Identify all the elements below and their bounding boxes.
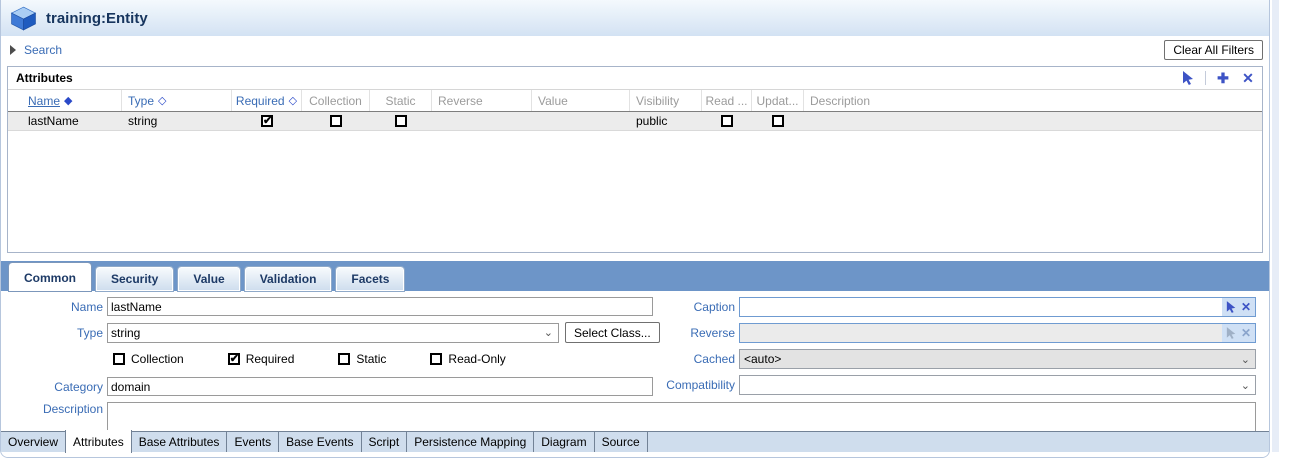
cell-type: string [122,114,232,128]
tab-base-attributes[interactable]: Base Attributes [132,432,228,452]
search-bar: Search Clear All Filters [1,36,1269,63]
detail-tab-strip: Common Security Value Validation Facets [1,261,1269,291]
form-right-column: Caption ✕ Reverse [660,297,1269,402]
tab-events[interactable]: Events [227,432,279,452]
tab-validation[interactable]: Validation [245,267,332,291]
title-bar: training:Entity [1,0,1269,36]
cell-visibility: public [630,114,702,128]
table-row[interactable]: lastName string public [8,112,1262,131]
toolbar-divider [1205,71,1206,85]
common-tab-form: Name lastName Type string ⌄ Select Class… [1,291,1269,438]
caption-label: Caption [660,300,739,314]
select-arrow-icon[interactable] [1180,71,1196,86]
add-attribute-icon[interactable]: ✚ [1215,71,1231,86]
required-checkbox[interactable] [261,115,273,127]
tab-source[interactable]: Source [595,432,648,452]
picker-arrow-icon [1226,327,1237,339]
column-header-visibility[interactable]: Visibility [630,90,702,111]
attributes-panel: Attributes ✚ ✕ Name ◆ Type ◇ Required [7,66,1263,253]
reverse-label: Reverse [660,326,739,340]
tab-security[interactable]: Security [96,267,173,291]
tab-value[interactable]: Value [178,267,239,291]
bottom-strip [1,452,1269,457]
expander-arrow-icon[interactable] [10,45,16,55]
attributes-panel-header: Attributes ✚ ✕ [8,67,1262,89]
collection-checkbox[interactable] [113,353,125,365]
chevron-down-icon: ⌄ [544,326,558,339]
select-class-button[interactable]: Select Class... [565,322,660,343]
attributes-table-header: Name ◆ Type ◇ Required ◇ Collection Stat… [8,89,1262,112]
tab-diagram[interactable]: Diagram [534,432,594,452]
app-window: training:Entity Search Clear All Filters… [0,0,1270,458]
compatibility-label: Compatibility [660,378,739,392]
tab-script[interactable]: Script [362,432,408,452]
chevron-down-icon: ⌄ [1241,379,1255,392]
collection-checkbox[interactable] [330,115,342,127]
caption-field[interactable]: ✕ [739,297,1256,317]
name-field[interactable]: lastName [107,297,653,316]
required-checkbox[interactable] [228,353,240,365]
clear-icon: ✕ [1241,326,1251,340]
reverse-field: ✕ [739,323,1256,343]
compatibility-dropdown[interactable]: ⌄ [739,375,1256,395]
static-checkbox[interactable] [395,115,407,127]
read-only-checkbox[interactable] [430,353,442,365]
tab-attributes[interactable]: Attributes [65,430,132,453]
clear-icon[interactable]: ✕ [1241,300,1251,314]
tab-overview[interactable]: Overview [1,432,66,452]
entity-cube-icon [10,6,37,31]
form-left-column: Name lastName Type string ⌄ Select Class… [1,297,660,402]
column-header-name[interactable]: Name ◆ [8,90,122,111]
tab-facets[interactable]: Facets [336,267,404,291]
sort-diamond-icon: ◇ [289,94,297,107]
column-header-collection[interactable]: Collection [302,90,370,111]
search-toggle[interactable]: Search [24,43,62,57]
attributes-panel-title: Attributes [16,71,73,85]
column-header-description[interactable]: Description [804,90,1262,111]
cell-name: lastName [8,114,122,128]
tab-persistence-mapping[interactable]: Persistence Mapping [407,432,534,452]
name-label: Name [1,300,107,314]
delete-attribute-icon[interactable]: ✕ [1240,71,1256,86]
column-header-static[interactable]: Static [370,90,432,111]
flag-checkboxes: Collection Required Static Read-Only [1,349,660,369]
page-scrollbar-track[interactable] [1272,0,1279,452]
cached-label: Cached [660,352,739,366]
attributes-toolbar: ✚ ✕ [1180,71,1256,86]
category-label: Category [1,380,107,394]
sort-diamond-icon: ◇ [158,94,166,107]
type-dropdown[interactable]: string ⌄ [107,323,559,343]
cached-dropdown[interactable]: <auto> ⌄ [739,349,1256,369]
tab-common[interactable]: Common [9,263,91,291]
column-header-value[interactable]: Value [532,90,630,111]
editor-tab-bar: Overview Attributes Base Attributes Even… [1,431,1269,452]
picker-arrow-icon[interactable] [1226,301,1237,313]
chevron-down-icon: ⌄ [1241,353,1255,366]
column-header-type[interactable]: Type ◇ [122,90,232,111]
column-header-required[interactable]: Required ◇ [232,90,302,111]
category-field[interactable]: domain [107,377,653,396]
tab-base-events[interactable]: Base Events [279,432,361,452]
type-label: Type [1,326,107,340]
clear-all-filters-button[interactable]: Clear All Filters [1164,40,1263,60]
static-checkbox[interactable] [338,353,350,365]
column-header-reverse[interactable]: Reverse [432,90,532,111]
read-only-checkbox[interactable] [721,115,733,127]
column-header-read-only[interactable]: Read ... [702,90,752,111]
page-title: training:Entity [46,10,148,27]
sort-diamond-icon: ◆ [64,94,72,107]
updatable-checkbox[interactable] [772,115,784,127]
column-header-updatable[interactable]: Updat... [752,90,804,111]
